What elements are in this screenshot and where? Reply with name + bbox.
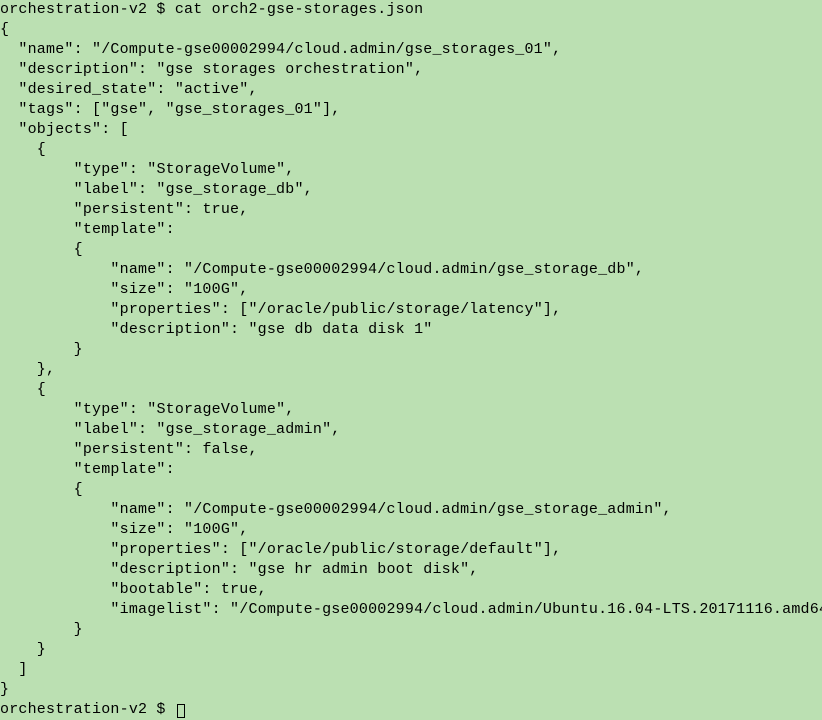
terminal-output[interactable]: orchestration-v2 $ cat orch2-gse-storage… xyxy=(0,0,822,720)
shell-prompt: orchestration-v2 $ xyxy=(0,1,175,18)
shell-command: cat orch2-gse-storages.json xyxy=(175,1,423,18)
terminal-cursor xyxy=(177,704,185,718)
json-output: { "name": "/Compute-gse00002994/cloud.ad… xyxy=(0,21,822,698)
shell-prompt-next: orchestration-v2 $ xyxy=(0,701,175,718)
